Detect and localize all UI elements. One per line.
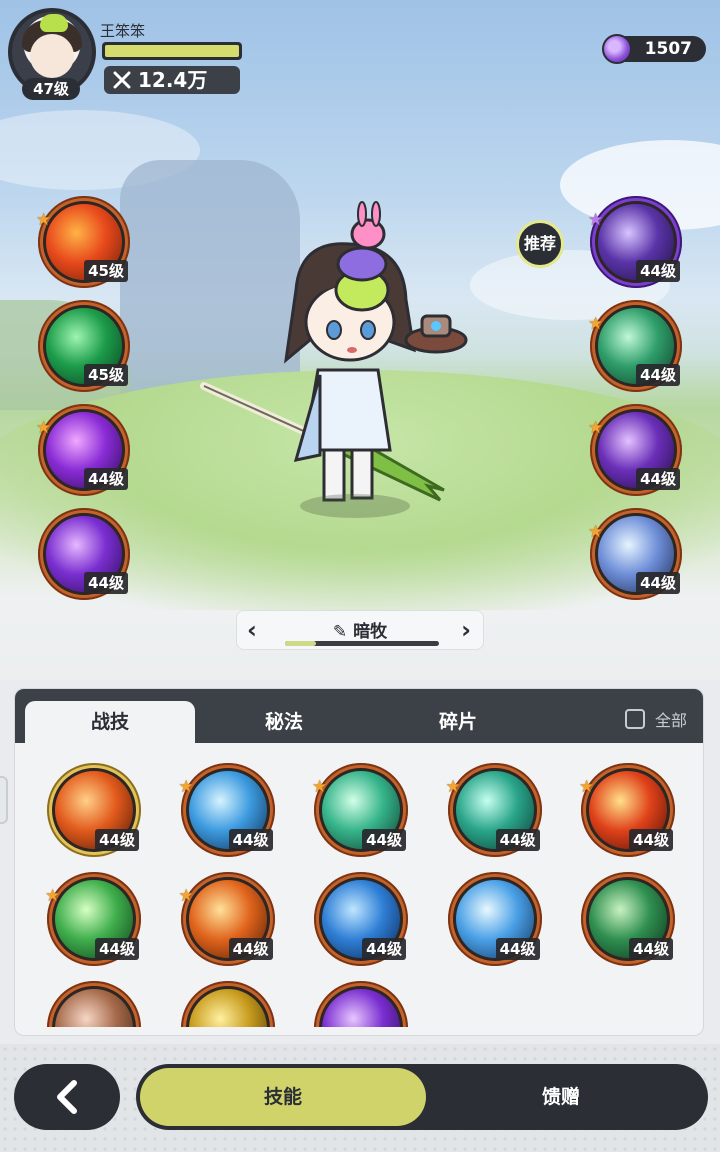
skill-level-label: 44级: [95, 938, 139, 960]
skill-level-label: 44级: [636, 468, 680, 490]
skill-level-label: 44级: [84, 468, 128, 490]
skill-level-label: 44级: [362, 938, 406, 960]
avatar-slime: [40, 14, 68, 32]
tab-fragments[interactable]: 碎片: [373, 701, 543, 743]
skill-level-label: 44级: [95, 829, 139, 851]
purple-flame-icon: [319, 986, 403, 1027]
currency-counter[interactable]: 1507: [602, 34, 706, 64]
skill-card[interactable]: ★ 44级: [178, 763, 275, 857]
hp-bar-fill: [105, 45, 239, 57]
left-skill-slot[interactable]: 45级: [38, 300, 130, 392]
chevron-left-icon: [57, 1080, 77, 1114]
skill-card[interactable]: ★ 44级: [45, 872, 141, 966]
star-icon: ★: [312, 777, 328, 797]
skill-level-label: 45级: [84, 364, 128, 386]
recommend-button[interactable]: 推荐: [516, 220, 564, 268]
skill-level-label: 44级: [495, 829, 540, 851]
show-all-label: 全部: [654, 711, 687, 730]
hero-character[interactable]: [200, 200, 480, 520]
player-hp-bar: [102, 42, 242, 60]
left-skill-slot[interactable]: ★ 45级: [36, 196, 130, 288]
skill-card[interactable]: [314, 981, 408, 1027]
next-class-button[interactable]: ›: [461, 615, 471, 645]
skill-card[interactable]: [47, 981, 141, 1027]
skill-card[interactable]: 44级: [447, 872, 542, 966]
skill-level-label: 44级: [629, 829, 673, 851]
crossed-swords-icon: [113, 71, 131, 89]
class-progress-bar: [285, 641, 439, 646]
player-level-badge: 47级: [22, 78, 80, 100]
bottom-segment-control: 技能 馈赠: [136, 1064, 708, 1130]
golden-cross-icon: [185, 986, 270, 1027]
star-icon: ★: [588, 522, 604, 542]
skill-level-label: 44级: [495, 938, 540, 960]
class-progress-fill: [285, 641, 316, 646]
skill-card[interactable]: ★ 44级: [312, 763, 408, 857]
star-icon: ★: [36, 418, 52, 438]
left-skill-slot[interactable]: 44级: [38, 508, 130, 600]
skill-level-label: 44级: [636, 572, 680, 594]
skill-level-label: 44级: [228, 829, 273, 851]
left-skill-slot[interactable]: ★ 44级: [36, 404, 130, 496]
skill-card[interactable]: ★ 44级: [445, 763, 542, 857]
skill-level-label: 44级: [362, 829, 406, 851]
star-icon: ★: [45, 886, 61, 906]
skills-panel: 战技 秘法 碎片 全部 44级 ★ 44级 ★ 44级 ★ 44级 ★ 44级 ★ 44级 ★ 44级 4…: [14, 688, 704, 1036]
show-all-filter[interactable]: 全部: [624, 707, 687, 731]
right-skill-slot[interactable]: ★ 44级: [588, 300, 682, 392]
tab-arcana[interactable]: 秘法: [199, 701, 369, 743]
back-button[interactable]: [14, 1064, 120, 1130]
class-name-text: 暗牧: [353, 622, 388, 642]
tab-combat-skills[interactable]: 战技: [25, 701, 195, 743]
star-icon: ★: [588, 210, 604, 230]
combat-power: 12.4万: [104, 66, 240, 94]
skill-card[interactable]: 44级: [314, 872, 408, 966]
skill-level-label: 44级: [629, 938, 673, 960]
skill-level-label: 44级: [84, 572, 128, 594]
right-skill-slot[interactable]: ★ 44级: [588, 196, 682, 288]
star-icon: ★: [579, 777, 595, 797]
currency-amount: 1507: [644, 39, 692, 59]
checkbox-icon[interactable]: [624, 709, 645, 729]
star-icon: ★: [36, 210, 52, 230]
skill-tabs: 战技 秘法 碎片 全部: [15, 689, 703, 743]
class-selector: ‹ ✎ 暗牧 ›: [236, 610, 484, 650]
skill-level-label: 44级: [228, 938, 273, 960]
star-icon: ★: [445, 777, 461, 797]
avatar-face: [30, 34, 74, 78]
star-icon: ★: [178, 886, 194, 906]
tab-skills[interactable]: 技能: [140, 1068, 426, 1126]
class-name[interactable]: ✎ 暗牧: [237, 617, 483, 642]
stone-fragment-icon: [52, 986, 136, 1027]
player-name: 王笨笨: [100, 22, 146, 40]
star-icon: ★: [178, 777, 194, 797]
skill-level-label: 45级: [84, 260, 128, 282]
right-skill-slot[interactable]: ★ 44级: [588, 508, 682, 600]
skill-level-label: 44级: [636, 364, 680, 386]
skill-card[interactable]: 44级: [47, 763, 141, 857]
skill-card[interactable]: 44级: [581, 872, 675, 966]
hero-shadow: [300, 494, 410, 518]
skill-level-label: 44级: [636, 260, 680, 282]
tab-gifts[interactable]: 馈赠: [418, 1068, 704, 1126]
skill-card[interactable]: ★ 44级: [178, 872, 275, 966]
skill-grid: 44级 ★ 44级 ★ 44级 ★ 44级 ★ 44级 ★ 44级 ★ 44级 44级 44级 44级: [43, 763, 683, 1027]
right-skill-slot[interactable]: ★ 44级: [588, 404, 682, 496]
star-icon: ★: [588, 314, 604, 334]
skill-card[interactable]: ★ 44级: [579, 763, 675, 857]
side-handle[interactable]: [0, 776, 8, 824]
purple-gem-icon: [602, 34, 632, 64]
combat-power-value: 12.4万: [138, 68, 208, 92]
star-icon: ★: [588, 418, 604, 438]
skill-card[interactable]: [180, 981, 275, 1027]
